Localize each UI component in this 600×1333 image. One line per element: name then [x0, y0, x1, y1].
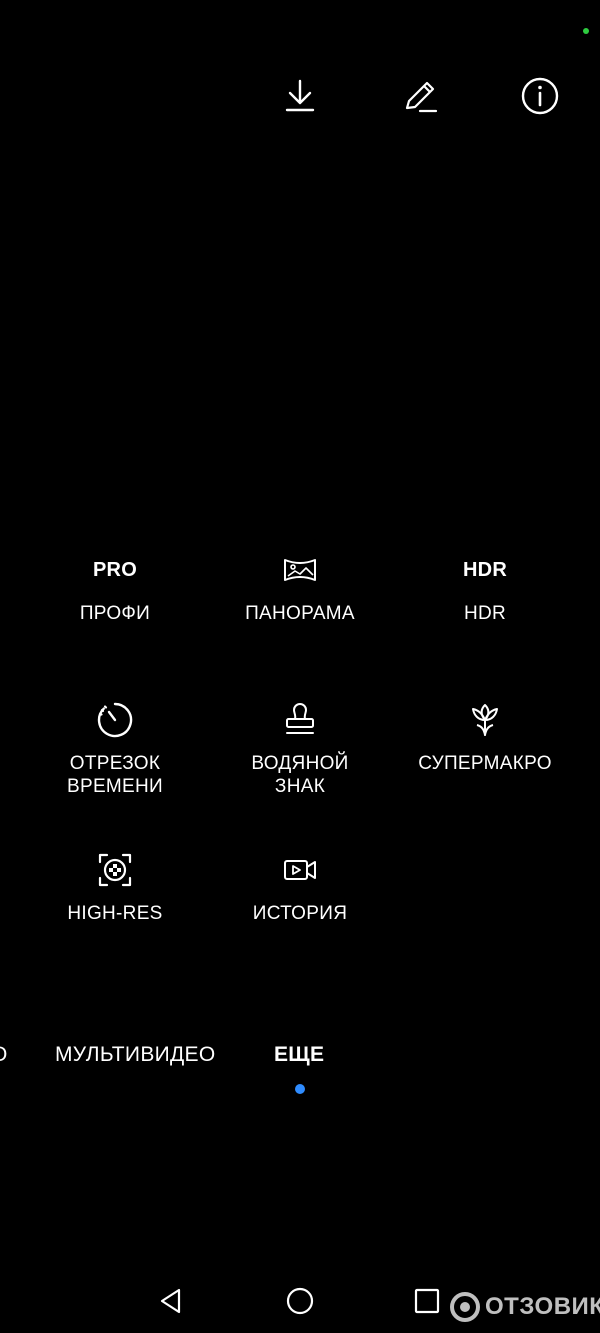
mode-supermacro-label: СУПЕРМАКРО — [418, 753, 552, 774]
mode-high-res[interactable]: HIGH-RES — [20, 850, 210, 925]
info-icon — [521, 77, 559, 115]
recents-button[interactable] — [409, 1283, 445, 1319]
panorama-icon — [284, 559, 316, 581]
flower-icon — [472, 704, 498, 736]
home-circle-icon — [286, 1287, 314, 1315]
back-triangle-icon — [160, 1288, 181, 1314]
pro-icon: PRO — [93, 558, 137, 581]
watermark-text: ОТЗОВИК — [485, 1293, 600, 1320]
tab-multivideo[interactable]: МУЛЬТИВИДЕО — [55, 1043, 215, 1067]
tab-more[interactable]: ЕЩЕ — [274, 1043, 324, 1067]
hdr-icon: HDR — [463, 558, 507, 581]
status-indicator-dot — [583, 28, 589, 34]
mode-panorama-label: ПАНОРАМА — [245, 603, 355, 624]
back-button[interactable] — [153, 1283, 189, 1319]
mode-pro-label: ПРОФИ — [79, 603, 151, 624]
pencil-icon — [405, 81, 438, 113]
otzovik-watermark: ОТЗОВИК — [449, 1290, 600, 1324]
mode-hdr-label: HDR — [463, 603, 507, 624]
mode-high-res-label: HIGH-RES — [67, 903, 163, 924]
mode-pro[interactable]: PRO ПРОФИ — [20, 550, 210, 625]
mode-timelapse-label: ОТРЕЗОК ВРЕМЕНИ — [67, 753, 163, 797]
mode-watermark-label: ВОДЯНОЙ ЗНАК — [251, 753, 349, 797]
mode-timelapse[interactable]: ОТРЕЗОК ВРЕМЕНИ — [20, 700, 210, 798]
mode-supermacro[interactable]: СУПЕРМАКРО — [390, 700, 580, 775]
mode-hdr[interactable]: HDR HDR — [390, 550, 580, 625]
edit-button[interactable] — [398, 74, 442, 118]
mode-panorama[interactable]: ПАНОРАМА — [205, 550, 395, 625]
recents-square-icon — [414, 1288, 440, 1314]
home-button[interactable] — [282, 1283, 318, 1319]
story-video-icon — [284, 860, 316, 880]
high-res-icon — [98, 853, 132, 887]
otzovik-logo-icon — [450, 1292, 480, 1322]
active-tab-indicator — [295, 1084, 305, 1094]
download-button[interactable] — [278, 74, 322, 118]
stamp-icon — [286, 703, 314, 734]
mode-watermark[interactable]: ВОДЯНОЙ ЗНАК — [205, 700, 395, 798]
mode-story[interactable]: ИСТОРИЯ — [205, 850, 395, 925]
tab-partial[interactable]: О — [0, 1043, 8, 1067]
camera-mode-tabs: О МУЛЬТИВИДЕО ЕЩЕ — [0, 1043, 600, 1073]
info-button[interactable] — [518, 74, 562, 118]
timelapse-icon — [97, 702, 133, 738]
mode-story-label: ИСТОРИЯ — [252, 903, 348, 924]
download-icon — [285, 79, 315, 112]
